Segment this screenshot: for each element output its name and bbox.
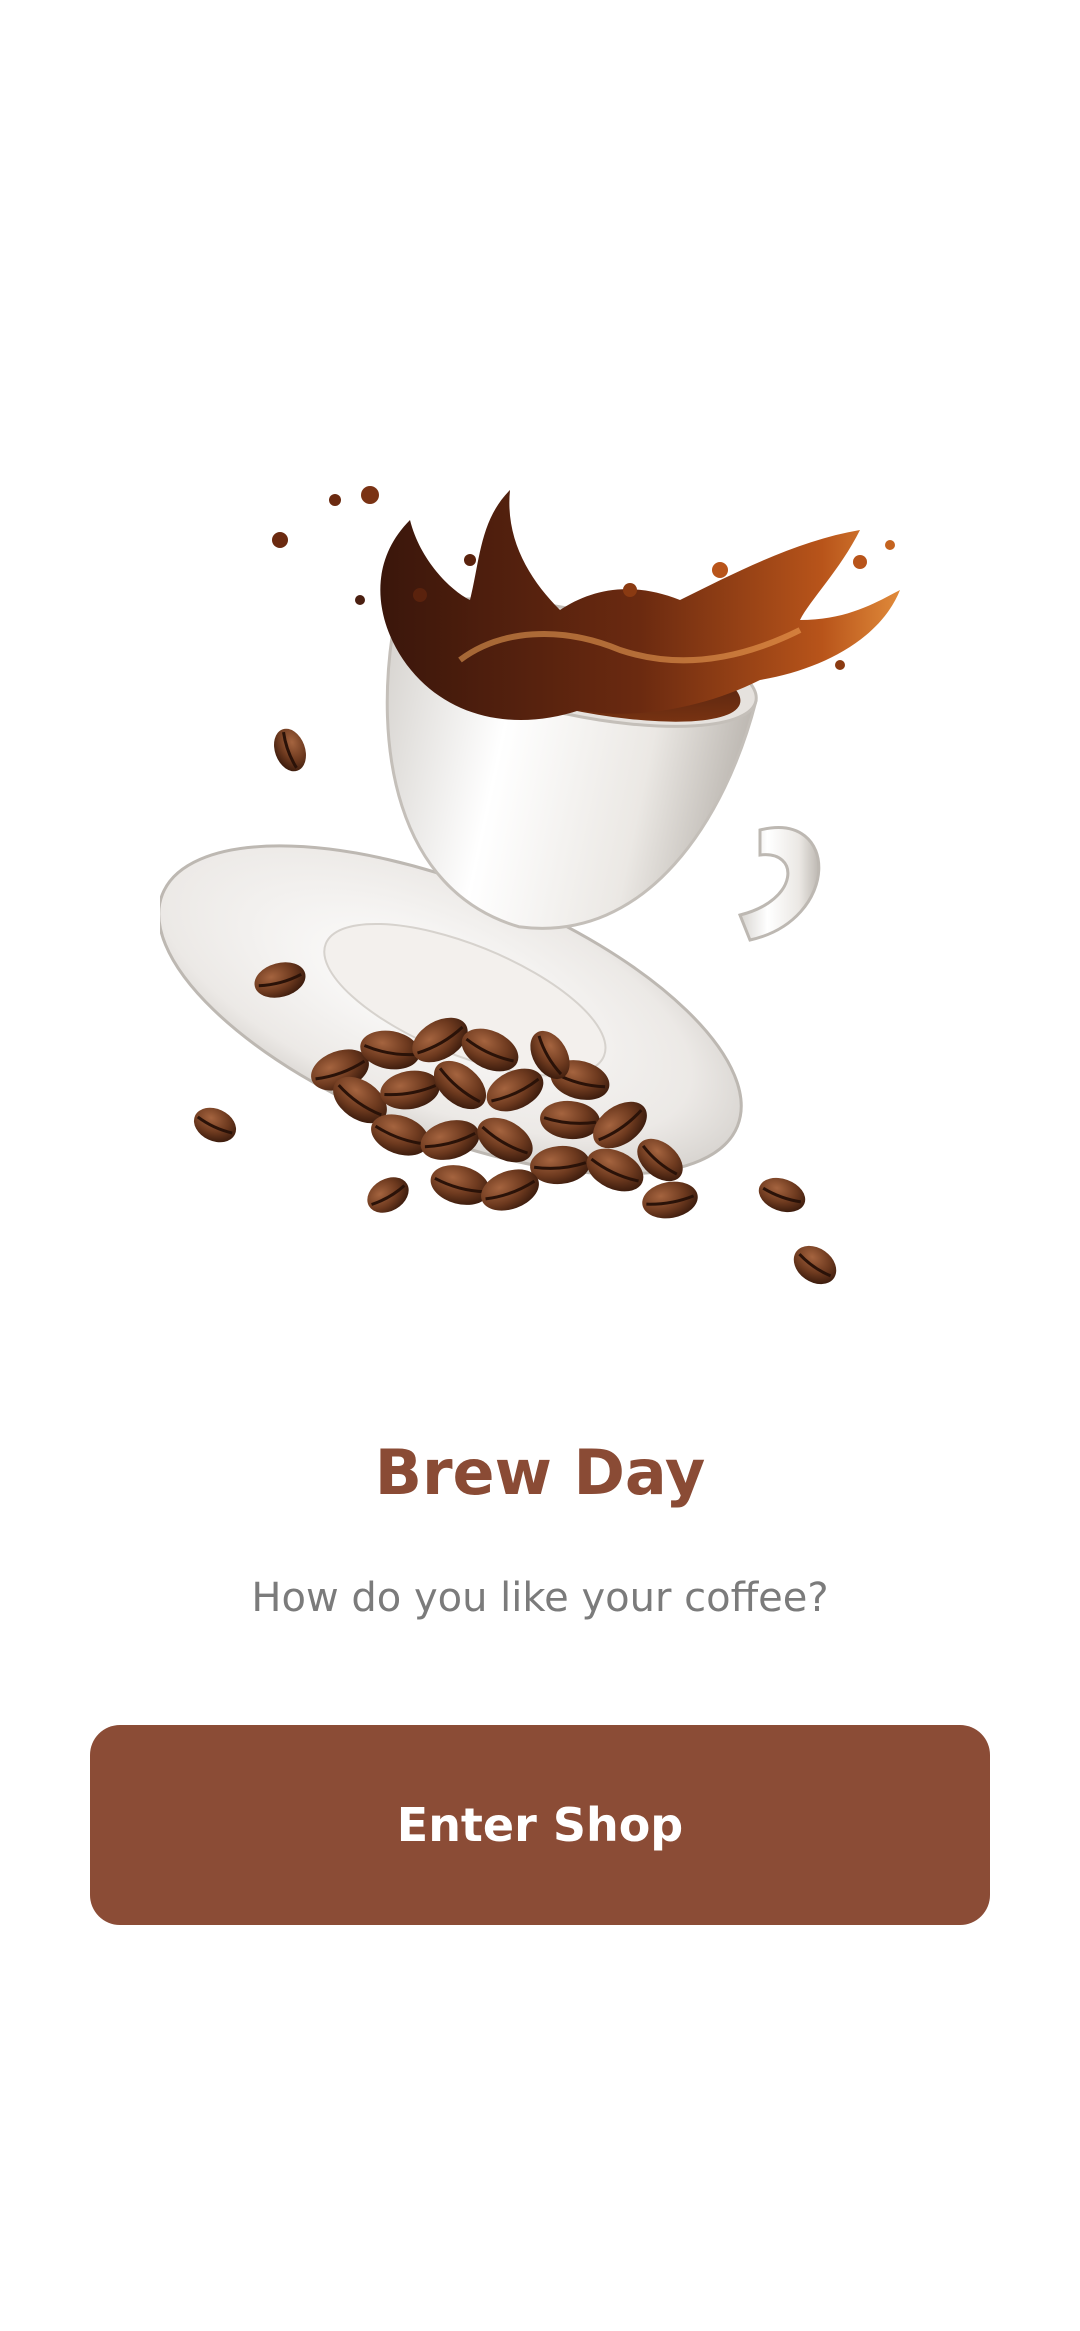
coffee-cup-illustration-svg (160, 486, 900, 1285)
welcome-subtitle: How do you like your coffee? (251, 1575, 829, 1621)
welcome-screen: Brew Day How do you like your coffee? En… (0, 0, 1080, 2331)
coffee-cup-splash-illustration (160, 450, 920, 1310)
app-title: Brew Day (374, 1436, 706, 1509)
enter-shop-button[interactable]: Enter Shop (90, 1725, 990, 1925)
enter-shop-button-label: Enter Shop (396, 1798, 684, 1852)
